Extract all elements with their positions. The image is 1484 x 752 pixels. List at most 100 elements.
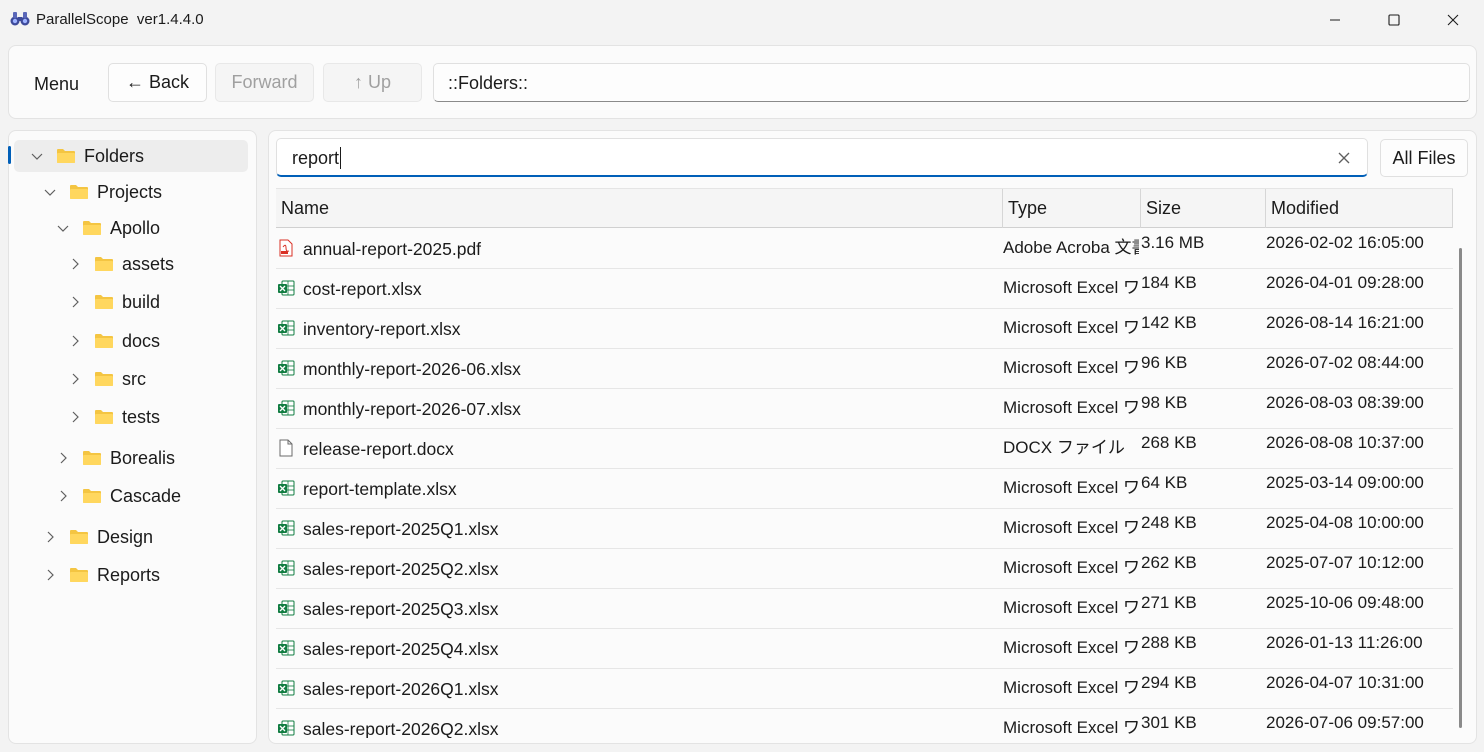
- table-row[interactable]: sales-report-2025Q1.xlsx Microsoft Excel …: [276, 509, 1453, 549]
- file-modified: 2026-04-01 09:28:00: [1266, 273, 1424, 292]
- column-header-type[interactable]: Type: [1003, 189, 1141, 228]
- tree-item-src[interactable]: src: [68, 363, 146, 395]
- window-title: ParallelScope ver1.4.4.0: [36, 11, 204, 28]
- file-name: report-template.xlsx: [303, 479, 457, 499]
- file-name: monthly-report-2026-06.xlsx: [303, 359, 521, 379]
- tree-item-label: Cascade: [110, 485, 182, 506]
- search-value: report: [292, 148, 340, 168]
- table-row[interactable]: sales-report-2026Q2.xlsx Microsoft Excel …: [276, 709, 1453, 738]
- chevron-right-icon[interactable]: [68, 410, 82, 424]
- excel-file-icon: [278, 640, 295, 656]
- column-header-size[interactable]: Size: [1141, 189, 1266, 228]
- menu-button[interactable]: Menu: [34, 74, 79, 95]
- chevron-right-icon[interactable]: [43, 568, 57, 582]
- vertical-scrollbar[interactable]: [1459, 248, 1462, 728]
- table-row[interactable]: report-template.xlsx Microsoft Excel ワークシ…: [276, 469, 1453, 509]
- tree-item-borealis[interactable]: Borealis: [56, 442, 175, 474]
- path-input[interactable]: ::Folders::: [433, 63, 1470, 102]
- file-name: monthly-report-2026-07.xlsx: [303, 399, 521, 419]
- file-modified: 2026-08-03 08:39:00: [1266, 393, 1424, 412]
- excel-file-icon: [278, 360, 295, 376]
- chevron-right-icon[interactable]: [56, 489, 70, 503]
- tree-item-docs[interactable]: docs: [68, 325, 160, 357]
- excel-file-icon: [278, 680, 295, 696]
- file-name: annual-report-2025.pdf: [303, 239, 482, 259]
- file-name: cost-report.xlsx: [303, 279, 422, 299]
- tree-item-tests[interactable]: tests: [68, 401, 160, 433]
- file-modified: 2026-02-02 16:05:00: [1266, 233, 1424, 252]
- column-header-name[interactable]: Name: [276, 189, 1003, 228]
- tree-item-assets[interactable]: assets: [68, 248, 174, 280]
- table-row[interactable]: release-report.docx DOCX ファイル 268 KB 2026-0…: [276, 429, 1453, 469]
- file-size: 268 KB: [1141, 433, 1197, 452]
- file-name: release-report.docx: [303, 439, 454, 459]
- file-name: sales-report-2025Q2.xlsx: [303, 559, 499, 579]
- tree-item-label: Borealis: [110, 447, 176, 468]
- table-row[interactable]: sales-report-2025Q3.xlsx Microsoft Excel …: [276, 589, 1453, 629]
- chevron-right-icon[interactable]: [68, 334, 82, 348]
- file-modified: 2026-08-14 16:21:00: [1266, 313, 1424, 332]
- chevron-down-icon[interactable]: [56, 221, 70, 235]
- tree-item-label: Folders: [84, 145, 145, 166]
- file-size: 96 KB: [1141, 353, 1188, 372]
- excel-file-icon: [278, 520, 295, 536]
- file-size: 262 KB: [1141, 553, 1197, 572]
- column-header-modified[interactable]: Modified: [1266, 189, 1453, 228]
- maximize-button[interactable]: [1365, 0, 1423, 40]
- table-row[interactable]: inventory-report.xlsx Microsoft Excel ワーク…: [276, 309, 1453, 349]
- file-type: Microsoft Excel ワークシート: [1003, 558, 1139, 577]
- table-row[interactable]: monthly-report-2026-07.xlsx Microsoft Exc…: [276, 389, 1453, 429]
- tree-item-label: tests: [122, 406, 161, 427]
- table-row[interactable]: annual-report-2025.pdf Adobe Acroba 文書 3.1…: [276, 229, 1453, 269]
- forward-button[interactable]: Forward: [215, 63, 314, 102]
- tree-item-label: Reports: [97, 564, 161, 585]
- folder-icon: [70, 185, 88, 199]
- excel-file-icon: [278, 320, 295, 336]
- tree-item-folders[interactable]: Folders: [14, 140, 248, 172]
- pdf-file-icon: [279, 239, 293, 257]
- generic-file-icon: [279, 439, 293, 457]
- tree-item-label: Design: [97, 526, 154, 547]
- chevron-right-icon[interactable]: [43, 530, 57, 544]
- file-type: Microsoft Excel ワークシート: [1003, 478, 1139, 497]
- file-type: DOCX ファイル: [1003, 438, 1125, 457]
- up-button[interactable]: ↑ Up: [323, 63, 422, 102]
- close-window-button[interactable]: [1424, 0, 1482, 40]
- excel-file-icon: [278, 720, 295, 736]
- clear-search-icon[interactable]: [1337, 151, 1351, 165]
- file-modified: 2026-07-06 09:57:00: [1266, 713, 1424, 732]
- chevron-right-icon[interactable]: [56, 451, 70, 465]
- tree-item-reports[interactable]: Reports: [43, 559, 160, 591]
- table-row[interactable]: sales-report-2025Q2.xlsx Microsoft Excel …: [276, 549, 1453, 589]
- tree-item-projects[interactable]: Projects: [43, 176, 162, 208]
- table-row[interactable]: cost-report.xlsx Microsoft Excel ワークシート18…: [276, 269, 1453, 309]
- minimize-button[interactable]: [1306, 0, 1364, 40]
- file-type: Microsoft Excel ワークシート: [1003, 598, 1139, 617]
- file-name: sales-report-2025Q1.xlsx: [303, 519, 499, 539]
- excel-file-icon: [278, 280, 295, 296]
- search-input[interactable]: report: [276, 138, 1368, 177]
- back-button[interactable]: ← Back: [108, 63, 207, 102]
- file-size: 288 KB: [1141, 633, 1197, 652]
- chevron-right-icon[interactable]: [68, 372, 82, 386]
- tree-item-apollo[interactable]: Apollo: [56, 212, 160, 244]
- chevron-down-icon[interactable]: [43, 185, 57, 199]
- file-size: 64 KB: [1141, 473, 1188, 492]
- binoculars-icon: [10, 12, 30, 26]
- file-filter-dropdown[interactable]: All Files: [1380, 139, 1468, 177]
- text-caret: [340, 147, 341, 169]
- chevron-right-icon[interactable]: [68, 257, 82, 271]
- tree-item-build[interactable]: build: [68, 286, 160, 318]
- chevron-right-icon[interactable]: [68, 295, 82, 309]
- file-type: Microsoft Excel ワークシート: [1003, 398, 1139, 417]
- file-size: 301 KB: [1141, 713, 1197, 732]
- tree-item-cascade[interactable]: Cascade: [56, 480, 181, 512]
- table-row[interactable]: monthly-report-2026-06.xlsx Microsoft Exc…: [276, 349, 1453, 389]
- table-row[interactable]: sales-report-2025Q4.xlsx Microsoft Excel …: [276, 629, 1453, 669]
- folder-icon: [83, 221, 101, 235]
- tree-item-design[interactable]: Design: [43, 521, 153, 553]
- folder-icon: [95, 295, 113, 309]
- table-header: Name Type Size Modified: [276, 188, 1453, 228]
- table-row[interactable]: sales-report-2026Q1.xlsx Microsoft Excel …: [276, 669, 1453, 709]
- chevron-down-icon[interactable]: [30, 149, 44, 163]
